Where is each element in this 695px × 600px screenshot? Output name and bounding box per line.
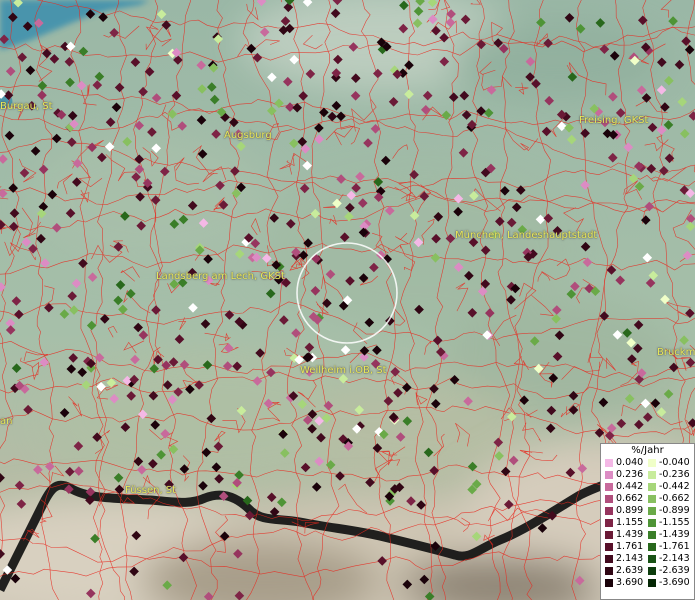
legend-swatch-positive: [605, 471, 613, 479]
legend-value-positive: 1.761: [616, 541, 644, 552]
legend-swatch-positive: [605, 507, 613, 515]
legend-swatch-negative: [648, 483, 656, 491]
legend-row: 3.690 -3.690: [601, 577, 694, 589]
legend-value-positive: 0.236: [616, 469, 644, 480]
legend-row: 2.143 -2.143: [601, 553, 694, 565]
legend-rows: 0.040 -0.040 0.236 -0.236 0.442 -0.442 0.662 -0…: [601, 457, 694, 589]
legend-value-positive: 0.662: [616, 493, 644, 504]
city-label-freising: Freising, GKSt: [579, 115, 649, 126]
city-label-landsberg: Landsberg am Lech, GKSt: [156, 271, 285, 282]
legend-row: 0.442 -0.442: [601, 481, 694, 493]
legend-swatch-negative: [648, 579, 656, 587]
city-label-weilheim: Weilheim i.OB, St: [300, 365, 387, 376]
legend-row: 0.899 -0.899: [601, 505, 694, 517]
terrain-layer: [0, 0, 695, 600]
legend-value-positive: 1.439: [616, 529, 644, 540]
legend-swatch-negative: [648, 507, 656, 515]
legend-swatch-positive: [605, 531, 613, 539]
legend-swatch-negative: [648, 567, 656, 575]
legend-value-negative: -0.899: [659, 505, 690, 516]
legend-value-negative: -3.690: [659, 577, 690, 588]
legend-swatch-negative: [648, 555, 656, 563]
legend-value-negative: -0.442: [659, 481, 690, 492]
legend-swatch-positive: [605, 579, 613, 587]
legend-row: 1.155 -1.155: [601, 517, 694, 529]
legend-value-positive: 0.899: [616, 505, 644, 516]
legend-swatch-negative: [648, 543, 656, 551]
legend-row: 1.761 -1.761: [601, 541, 694, 553]
legend-swatch-positive: [605, 483, 613, 491]
legend-value-negative: -2.639: [659, 565, 690, 576]
legend-value-positive: 0.040: [616, 457, 644, 468]
city-label-an: an: [0, 416, 13, 427]
legend-swatch-positive: [605, 567, 613, 575]
legend-row: 0.236 -0.236: [601, 469, 694, 481]
legend-row: 1.439 -1.439: [601, 529, 694, 541]
legend-swatch-negative: [648, 531, 656, 539]
legend-value-positive: 0.442: [616, 481, 644, 492]
legend-value-negative: -0.236: [659, 469, 690, 480]
legend-swatch-negative: [648, 519, 656, 527]
city-label-burgau: Burgau, St: [0, 101, 53, 112]
legend-swatch-negative: [648, 495, 656, 503]
legend-value-positive: 2.639: [616, 565, 644, 576]
legend-swatch-positive: [605, 495, 613, 503]
legend-row: 2.639 -2.639: [601, 565, 694, 577]
legend-swatch-negative: [648, 459, 656, 467]
city-label-augsburg: Augsburg: [224, 130, 272, 141]
city-label-fuessen: Füssen, St: [125, 485, 177, 496]
map-view[interactable]: Burgau, St Augsburg Freising, GKSt Münch…: [0, 0, 695, 600]
legend-value-negative: -1.761: [659, 541, 690, 552]
legend-swatch-positive: [605, 459, 613, 467]
legend: %/Jahr 0.040 -0.040 0.236 -0.236 0.442 -0.442…: [600, 443, 695, 600]
legend-value-negative: -2.143: [659, 553, 690, 564]
legend-swatch-positive: [605, 543, 613, 551]
legend-value-negative: -1.155: [659, 517, 690, 528]
legend-swatch-positive: [605, 555, 613, 563]
legend-value-positive: 2.143: [616, 553, 644, 564]
city-label-bruckm: Bruckm: [657, 347, 695, 358]
legend-title: %/Jahr: [631, 445, 664, 456]
legend-value-positive: 1.155: [616, 517, 644, 528]
legend-value-negative: -0.040: [659, 457, 690, 468]
legend-value-negative: -0.662: [659, 493, 690, 504]
legend-row: 0.040 -0.040: [601, 457, 694, 469]
legend-value-negative: -1.439: [659, 529, 690, 540]
legend-swatch-negative: [648, 471, 656, 479]
legend-row: 0.662 -0.662: [601, 493, 694, 505]
legend-value-positive: 3.690: [616, 577, 644, 588]
city-label-muenchen: München, Landeshauptstadt: [455, 230, 598, 241]
legend-swatch-positive: [605, 519, 613, 527]
